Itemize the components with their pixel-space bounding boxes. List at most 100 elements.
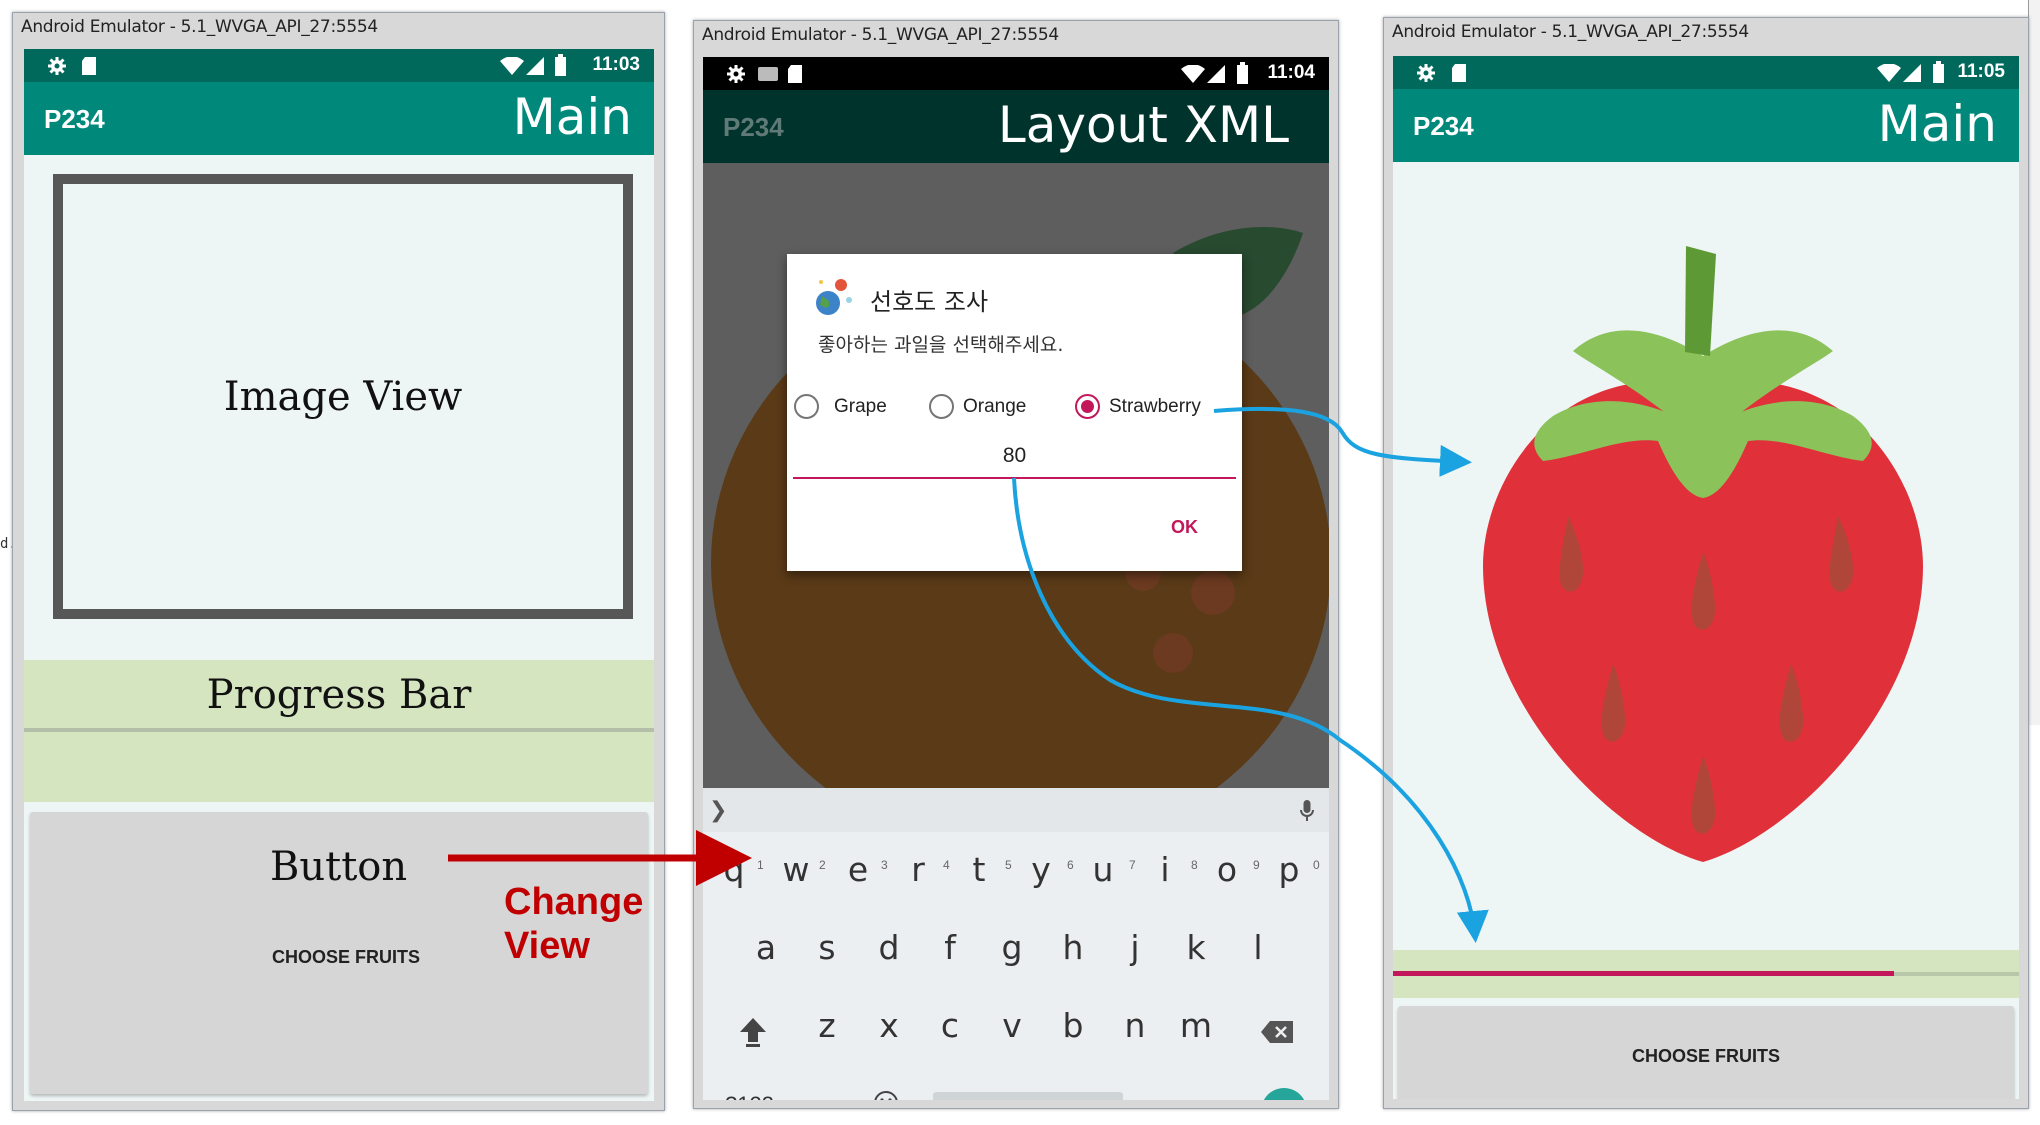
- dialog-title: 선호도 조사: [870, 288, 989, 316]
- status-bar: 11:03: [24, 49, 654, 82]
- key-o[interactable]: o: [1202, 850, 1252, 889]
- value-input[interactable]: 80: [793, 439, 1236, 479]
- change-view-line-1: Change: [504, 881, 644, 923]
- device-screen: 11:04 P234 Layout XML 선호도 조사 좋아하는 과일을 선택…: [703, 57, 1329, 1100]
- sd-card-icon: [788, 65, 802, 83]
- ok-button[interactable]: OK: [1171, 517, 1198, 538]
- device-screen: 11:05 P234 Main CHOOSE FRUITS: [1393, 56, 2019, 1099]
- progress-track: [24, 728, 654, 732]
- key-r[interactable]: r: [893, 850, 943, 889]
- key-comma[interactable]: ,: [824, 1086, 832, 1100]
- signal-icon: [526, 57, 544, 75]
- activity-title: Main: [512, 88, 632, 146]
- app-title: P234: [44, 104, 105, 134]
- sd-card-icon: [82, 57, 96, 75]
- key-y[interactable]: y: [1016, 850, 1066, 889]
- key-t[interactable]: t: [954, 850, 1004, 889]
- window-title: Android Emulator - 5.1_WVGA_API_27:5554: [21, 17, 378, 37]
- key-hint-3: 3: [881, 858, 888, 872]
- battery-icon: [1237, 62, 1248, 84]
- value-input-text: 80: [1002, 444, 1027, 467]
- key-hint-0: 0: [1313, 858, 1320, 872]
- key-u[interactable]: u: [1078, 850, 1128, 889]
- key-l[interactable]: l: [1233, 928, 1283, 967]
- shift-icon[interactable]: [738, 1016, 768, 1048]
- key-period[interactable]: .: [1196, 1086, 1204, 1100]
- key-k[interactable]: k: [1171, 928, 1221, 967]
- emulator-window-2: Android Emulator - 5.1_WVGA_API_27:5554 …: [693, 20, 1339, 1109]
- key-m[interactable]: m: [1171, 1006, 1221, 1045]
- done-button[interactable]: [1261, 1088, 1307, 1100]
- suggestion-strip: ❯: [703, 788, 1329, 832]
- key-q[interactable]: q: [709, 850, 759, 889]
- signal-icon: [1207, 65, 1225, 83]
- key-p[interactable]: p: [1264, 850, 1314, 889]
- fruit-progress-bar: [1393, 950, 2019, 998]
- action-bar: P234 Main: [1393, 89, 2019, 162]
- status-bar: 11:05: [1393, 56, 2019, 89]
- app-title: P234: [1413, 111, 1474, 141]
- sd-card-icon: [1452, 64, 1466, 82]
- key-hint-5: 5: [1005, 858, 1012, 872]
- radio-button-orange: [929, 394, 954, 419]
- window-title: Android Emulator - 5.1_WVGA_API_27:5554: [1392, 22, 1749, 42]
- key-f[interactable]: f: [925, 928, 975, 967]
- action-bar: P234 Layout XML: [703, 90, 1329, 163]
- background-panel-edge-right: [2028, 0, 2040, 725]
- globe-icon: [816, 279, 852, 315]
- radio-label-grape: Grape: [834, 396, 887, 417]
- key-x[interactable]: x: [864, 1006, 914, 1045]
- image-view-placeholder: Image View: [53, 174, 633, 619]
- key-c[interactable]: c: [925, 1006, 975, 1045]
- key-i[interactable]: i: [1140, 850, 1190, 889]
- status-time: 11:04: [1267, 62, 1315, 83]
- key-n[interactable]: n: [1110, 1006, 1160, 1045]
- key-d[interactable]: d: [864, 928, 914, 967]
- key-a[interactable]: a: [741, 928, 791, 967]
- key-hint-6: 6: [1067, 858, 1074, 872]
- key-hint-8: 8: [1191, 858, 1198, 872]
- key-z[interactable]: z: [802, 1006, 852, 1045]
- image-view-label: Image View: [223, 374, 463, 420]
- key-hint-4: 4: [943, 858, 950, 872]
- backspace-icon[interactable]: [1260, 1020, 1294, 1044]
- strawberry-image: [1483, 246, 1923, 862]
- key-symbols[interactable]: ?123: [725, 1092, 774, 1100]
- action-bar: P234 Main: [24, 82, 654, 155]
- key-s[interactable]: s: [802, 928, 852, 967]
- radio-option-orange[interactable]: Orange: [928, 392, 1043, 422]
- change-view-line-2: View: [504, 925, 590, 967]
- space-bar[interactable]: [933, 1092, 1123, 1100]
- dialog-message: 좋아하는 과일을 선택해주세요.: [818, 334, 1064, 356]
- progress-fill: [1393, 971, 1894, 976]
- app-title: P234: [723, 112, 784, 142]
- change-view-annotation: Change View: [504, 880, 643, 968]
- battery-icon: [1933, 61, 1944, 83]
- key-v[interactable]: v: [987, 1006, 1037, 1045]
- emoji-icon[interactable]: [873, 1090, 899, 1100]
- expand-chevron-icon[interactable]: ❯: [709, 797, 727, 823]
- microphone-icon[interactable]: [1300, 800, 1314, 822]
- radio-option-grape[interactable]: Grape: [793, 392, 898, 422]
- key-w[interactable]: w: [771, 850, 821, 889]
- key-e[interactable]: e: [833, 850, 883, 889]
- progress-bar-label: Progress Bar: [206, 672, 472, 718]
- radio-option-strawberry[interactable]: Strawberry: [1074, 392, 1214, 422]
- progress-bar-area: Progress Bar: [24, 660, 654, 802]
- choose-fruits-button[interactable]: CHOOSE FRUITS: [1398, 1006, 2014, 1099]
- wifi-icon: [1877, 64, 1901, 82]
- key-h[interactable]: h: [1048, 928, 1098, 967]
- key-j[interactable]: j: [1110, 928, 1160, 967]
- radio-button-grape: [794, 394, 819, 419]
- key-g[interactable]: g: [987, 928, 1037, 967]
- battery-icon: [555, 54, 566, 76]
- keyboard-icon: [758, 67, 778, 81]
- status-bar: 11:04: [703, 57, 1329, 90]
- signal-icon: [1903, 64, 1921, 82]
- wifi-icon: [500, 57, 524, 75]
- key-b[interactable]: b: [1048, 1006, 1098, 1045]
- wifi-icon: [1181, 65, 1205, 83]
- key-hint-9: 9: [1253, 858, 1260, 872]
- window-title: Android Emulator - 5.1_WVGA_API_27:5554: [702, 25, 1059, 45]
- settings-icon: [727, 65, 745, 83]
